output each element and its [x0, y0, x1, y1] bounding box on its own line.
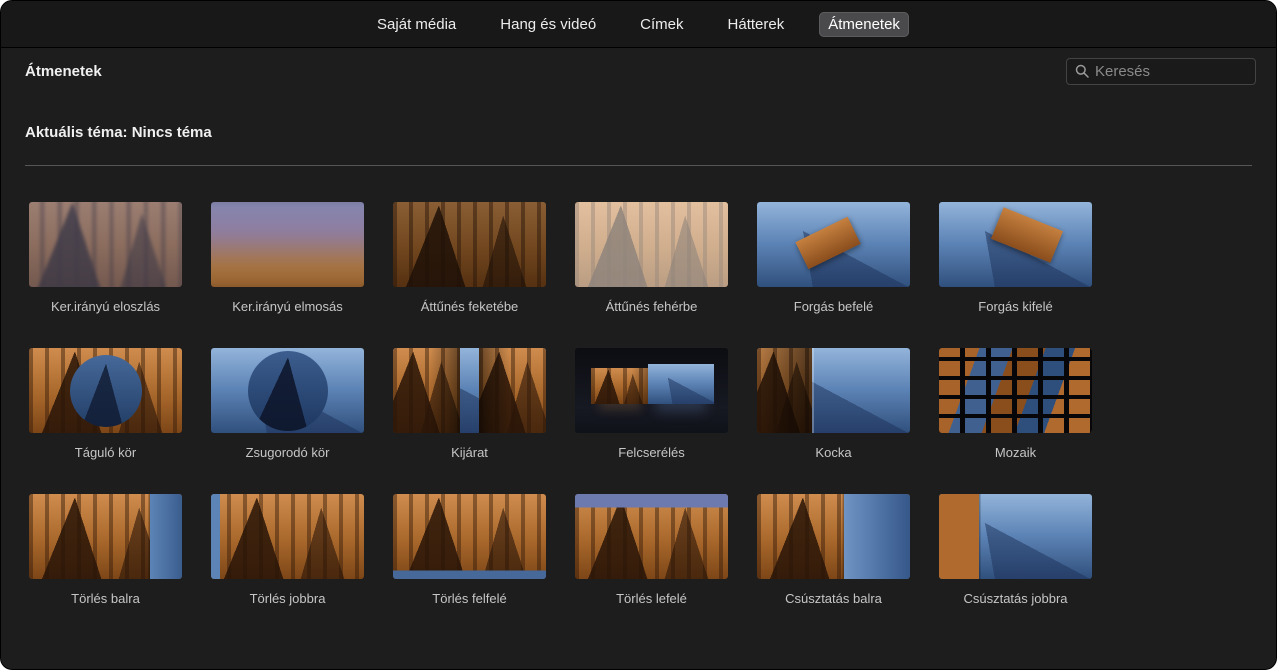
transition-item-spin-out[interactable]: Forgás kifelé — [939, 202, 1092, 314]
transition-preview-art — [29, 348, 182, 433]
transition-item-fade-black[interactable]: Áttűnés feketébe — [393, 202, 546, 314]
transition-item-circle-expand[interactable]: Táguló kör — [29, 348, 182, 460]
tab-cimek[interactable]: Címek — [631, 12, 692, 37]
section-divider — [25, 165, 1252, 166]
transition-item-wipe-up[interactable]: Törlés felfelé — [393, 494, 546, 606]
transition-label: Forgás kifelé — [939, 299, 1092, 314]
transition-thumbnail-swap[interactable] — [575, 348, 728, 433]
transition-item-cube[interactable]: Kocka — [757, 348, 910, 460]
transition-preview-art — [575, 348, 728, 433]
transition-preview-art — [939, 202, 1092, 287]
tab-hatterek[interactable]: Hátterek — [719, 12, 794, 37]
transition-preview-art — [211, 202, 364, 287]
transition-preview-art — [211, 348, 364, 433]
transition-label: Mozaik — [939, 445, 1092, 460]
transition-thumbnail-cross-blur[interactable] — [211, 202, 364, 287]
transition-item-swap[interactable]: Felcserélés — [575, 348, 728, 460]
transition-preview-art — [393, 202, 546, 287]
tab-sajat-media[interactable]: Saját média — [368, 12, 465, 37]
transitions-panel: Aktuális téma: Nincs téma Ker.irányú elo… — [1, 94, 1276, 669]
transition-label: Törlés felfelé — [393, 591, 546, 606]
transition-label: Forgás befelé — [757, 299, 910, 314]
transition-label: Felcserélés — [575, 445, 728, 460]
transition-label: Kocka — [757, 445, 910, 460]
transition-thumbnail-doorway[interactable] — [393, 348, 546, 433]
transition-item-cross-blur[interactable]: Ker.irányú elmosás — [211, 202, 364, 314]
transition-thumbnail-wipe-right[interactable] — [211, 494, 364, 579]
transition-preview-art — [575, 494, 728, 579]
transition-thumbnail-mosaic[interactable] — [939, 348, 1092, 433]
search-input[interactable] — [1095, 63, 1247, 80]
transition-preview-art — [393, 494, 546, 579]
transition-thumbnail-cross-dissolve[interactable] — [29, 202, 182, 287]
transition-label: Ker.irányú elmosás — [211, 299, 364, 314]
transition-label: Törlés jobbra — [211, 591, 364, 606]
transition-thumbnail-spin-in[interactable] — [757, 202, 910, 287]
transition-preview-art — [939, 348, 1092, 433]
transition-label: Törlés lefelé — [575, 591, 728, 606]
transition-item-doorway[interactable]: Kijárat — [393, 348, 546, 460]
media-browser-tab-bar: Saját média Hang és videó Címek Hátterek Átm… — [1, 1, 1276, 48]
transition-label: Táguló kör — [29, 445, 182, 460]
panel-header: Átmenetek — [1, 48, 1276, 94]
transition-item-slide-right[interactable]: Csúsztatás jobbra — [939, 494, 1092, 606]
transition-preview-art — [211, 494, 364, 579]
page-title: Átmenetek — [25, 63, 102, 80]
transition-item-fade-white[interactable]: Áttűnés fehérbe — [575, 202, 728, 314]
transition-label: Áttűnés feketébe — [393, 299, 546, 314]
transition-preview-art — [939, 494, 1092, 579]
transition-preview-art — [29, 494, 182, 579]
transition-preview-art — [29, 202, 182, 287]
current-theme-label: Aktuális téma: Nincs téma — [25, 124, 1252, 141]
transition-item-circle-shrink[interactable]: Zsugorodó kör — [211, 348, 364, 460]
transition-thumbnail-circle-shrink[interactable] — [211, 348, 364, 433]
transition-item-cross-dissolve[interactable]: Ker.irányú eloszlás — [29, 202, 182, 314]
transition-thumbnail-wipe-left[interactable] — [29, 494, 182, 579]
transition-thumbnail-spin-out[interactable] — [939, 202, 1092, 287]
search-field[interactable] — [1066, 58, 1256, 85]
transition-item-slide-left[interactable]: Csúsztatás balra — [757, 494, 910, 606]
transition-label: Ker.irányú eloszlás — [29, 299, 182, 314]
transition-preview-art — [757, 494, 910, 579]
transition-thumbnail-circle-expand[interactable] — [29, 348, 182, 433]
search-icon — [1075, 64, 1089, 78]
transition-label: Törlés balra — [29, 591, 182, 606]
transition-thumbnail-cube[interactable] — [757, 348, 910, 433]
transition-thumbnail-slide-right[interactable] — [939, 494, 1092, 579]
transition-label: Csúsztatás jobbra — [939, 591, 1092, 606]
transition-preview-art — [757, 202, 910, 287]
transition-item-wipe-left[interactable]: Törlés balra — [29, 494, 182, 606]
tab-hang-es-video[interactable]: Hang és videó — [491, 12, 605, 37]
transition-thumbnail-fade-white[interactable] — [575, 202, 728, 287]
transition-label: Kijárat — [393, 445, 546, 460]
transition-label: Áttűnés fehérbe — [575, 299, 728, 314]
transition-item-spin-in[interactable]: Forgás befelé — [757, 202, 910, 314]
transition-preview-art — [393, 348, 546, 433]
transitions-grid: Ker.irányú eloszlás Ker.irányú elmosás Á… — [29, 202, 1252, 606]
imovie-media-browser-window: Saját média Hang és videó Címek Hátterek Átm… — [0, 0, 1277, 670]
transition-label: Csúsztatás balra — [757, 591, 910, 606]
transition-thumbnail-wipe-up[interactable] — [393, 494, 546, 579]
tab-atmenetek[interactable]: Átmenetek — [819, 12, 909, 37]
transition-item-mosaic[interactable]: Mozaik — [939, 348, 1092, 460]
transition-item-wipe-right[interactable]: Törlés jobbra — [211, 494, 364, 606]
transition-preview-art — [575, 202, 728, 287]
transition-item-wipe-down[interactable]: Törlés lefelé — [575, 494, 728, 606]
transition-thumbnail-slide-left[interactable] — [757, 494, 910, 579]
transition-thumbnail-wipe-down[interactable] — [575, 494, 728, 579]
transition-label: Zsugorodó kör — [211, 445, 364, 460]
transition-preview-art — [757, 348, 910, 433]
transition-thumbnail-fade-black[interactable] — [393, 202, 546, 287]
